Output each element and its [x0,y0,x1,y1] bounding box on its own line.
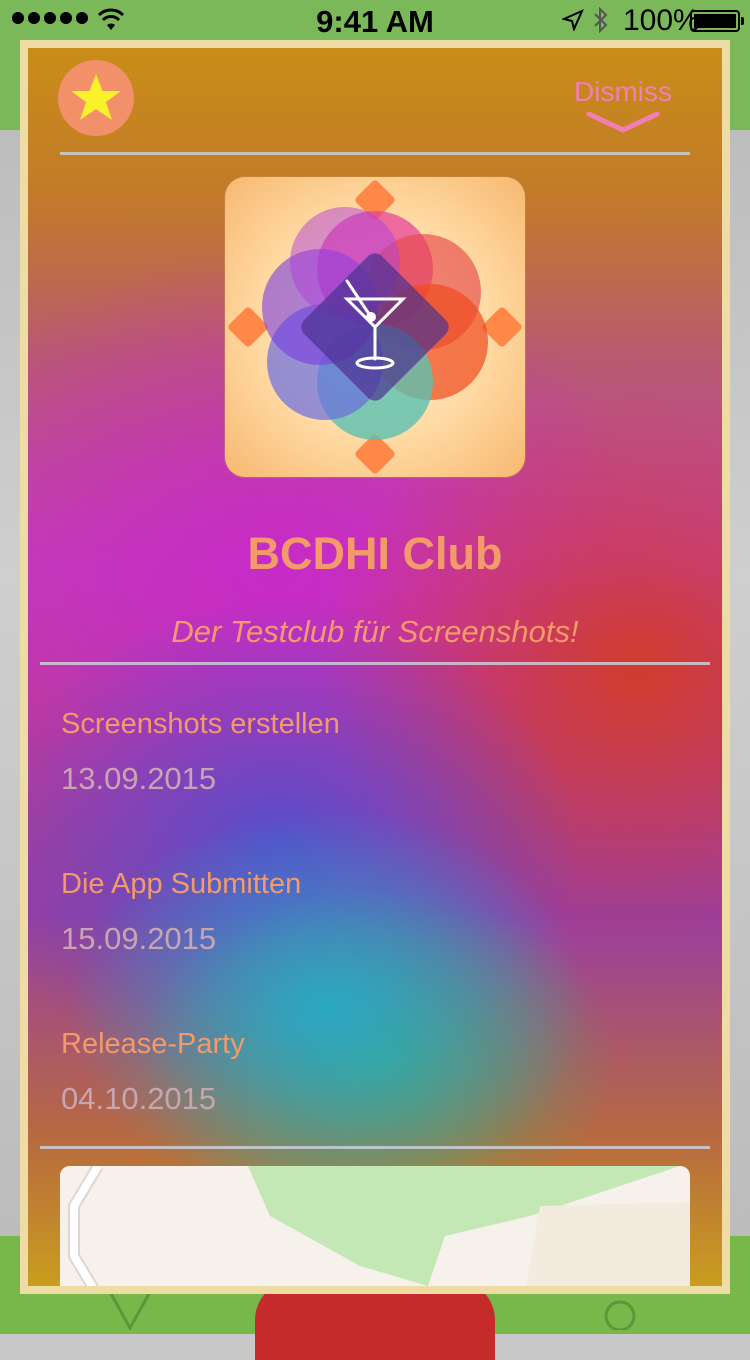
event-date: 04.10.2015 [61,1081,217,1116]
bluetooth-icon [594,6,608,34]
chevron-down-icon[interactable] [585,110,661,136]
divider [40,1146,710,1149]
divider [40,662,710,665]
cocktail-glass-icon [228,180,522,474]
event-name: Release-Party [61,1028,245,1060]
background-gear-icon [604,1300,636,1330]
event-item[interactable]: Die App Submitten 15.09.2015 [61,868,301,957]
map-tiles [60,1166,690,1286]
battery-percent: 100% [623,4,700,37]
club-tagline: Der Testclub für Screenshots! [171,614,579,649]
event-name: Screenshots erstellen [61,708,340,740]
divider [60,152,690,155]
location-map[interactable] [60,1166,690,1286]
event-item[interactable]: Screenshots erstellen 13.09.2015 [61,708,340,797]
event-date: 15.09.2015 [61,921,217,956]
event-name: Die App Submitten [61,868,302,900]
status-bar: 9:41 AM 100% [0,0,750,40]
battery-full-icon [690,10,744,32]
event-date: 13.09.2015 [61,761,217,796]
club-logo [225,177,525,477]
club-detail-card: Dismiss BCDHI Club Der Testclub für Scre… [20,40,730,1294]
star-icon [71,74,121,120]
favorite-button[interactable] [58,60,134,136]
background-tab-icon [108,1291,152,1330]
dismiss-button[interactable]: Dismiss [558,76,688,108]
location-arrow-icon [562,9,584,31]
club-name: BCDHI Club [247,528,503,579]
event-item[interactable]: Release-Party 04.10.2015 [61,1028,245,1117]
